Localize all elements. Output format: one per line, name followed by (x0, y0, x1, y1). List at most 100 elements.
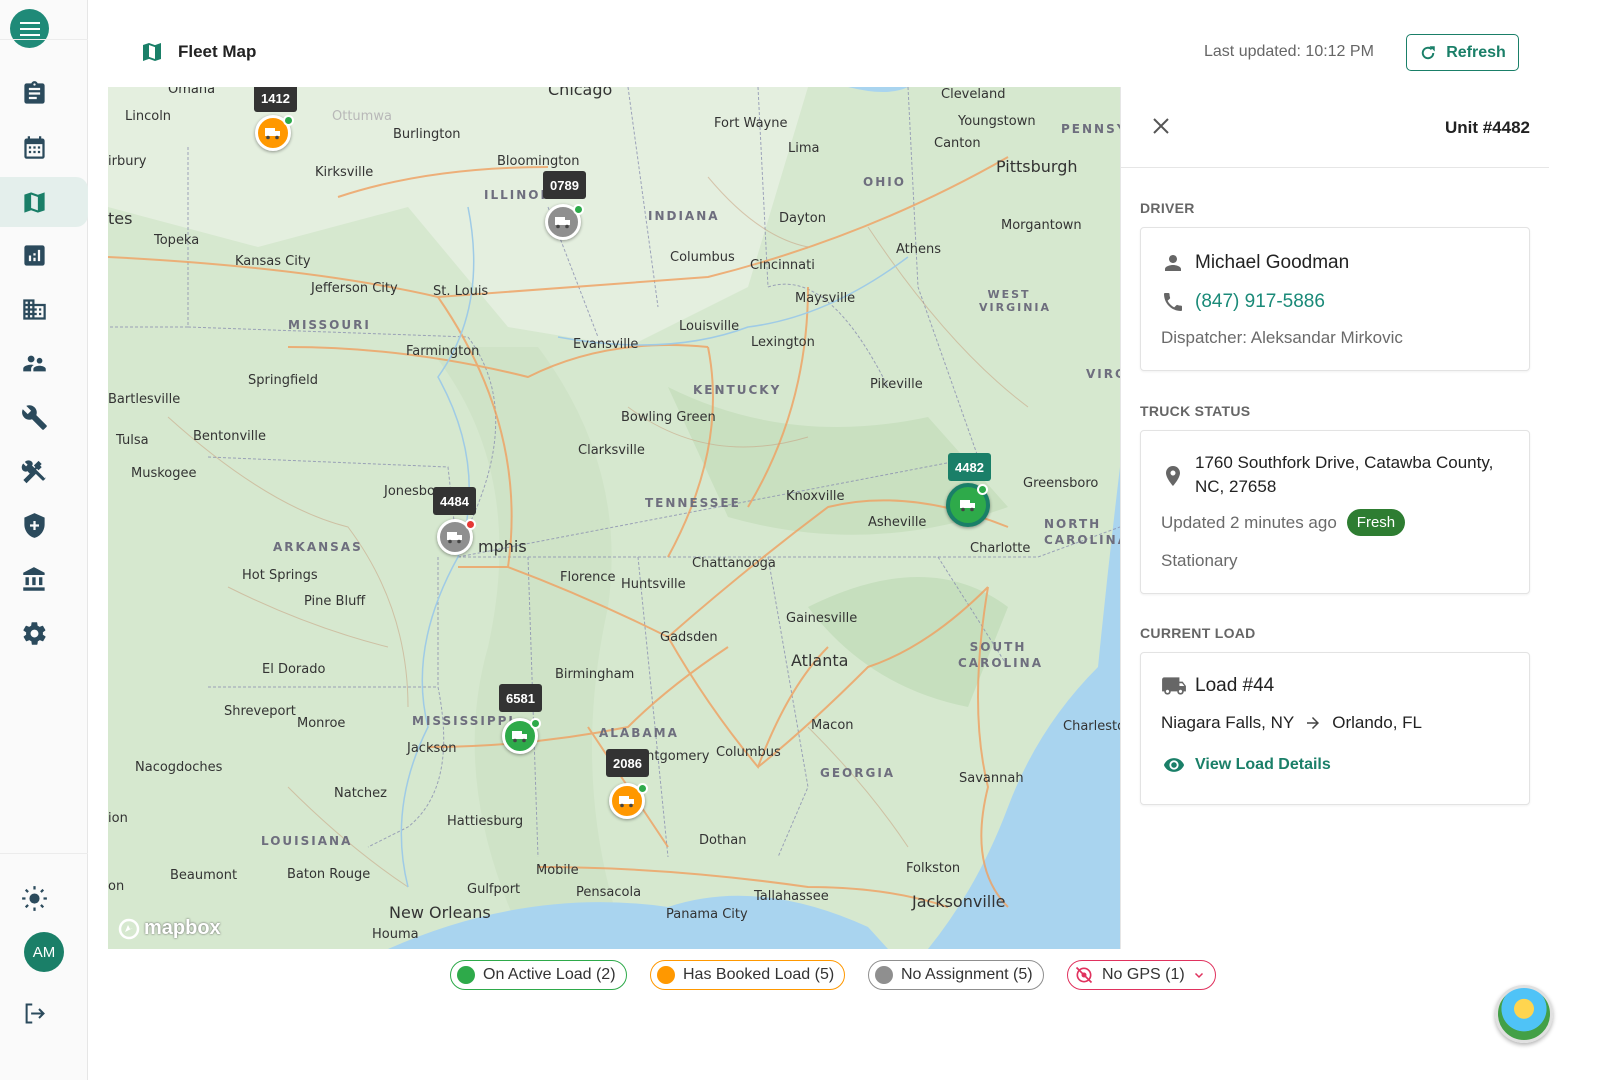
mapbox-icon (118, 918, 140, 939)
map-label: on (108, 879, 125, 894)
map-label: KENTUCKY (693, 383, 782, 397)
chart-icon (24, 244, 45, 266)
mapbox-logo[interactable]: mapbox (118, 917, 221, 940)
map-label: Baton Rouge (287, 867, 371, 882)
map-label: Bartlesville (108, 392, 181, 407)
legend-label: On Active Load (2) (483, 966, 616, 983)
load-title: Load #44 (1195, 675, 1275, 696)
sidebar-item-calendar[interactable] (0, 122, 88, 172)
map-label: Pine Bluff (304, 594, 366, 609)
map-label: Nacogdoches (135, 760, 223, 775)
map-label: Charlotte (970, 541, 1031, 556)
map-label: MISSISSIPPI (412, 714, 515, 728)
sidebar-item-settings[interactable] (0, 608, 88, 658)
legend-label: Has Booked Load (5) (683, 966, 835, 983)
map-label: Youngstown (958, 114, 1036, 129)
legend-label: No GPS (1) (1102, 966, 1185, 983)
legend-booked-load[interactable]: Has Booked Load (5) (650, 960, 846, 990)
truck-marker-0789[interactable] (545, 204, 585, 252)
map-label: OHIO (863, 175, 906, 189)
refresh-label: Refresh (1446, 43, 1506, 61)
dispatcher-text: Dispatcher: Aleksandar Mirkovic (1161, 328, 1403, 347)
refresh-icon (1421, 45, 1435, 59)
sidebar-item-drivers[interactable] (0, 338, 88, 388)
map-label: Bloomington (497, 154, 580, 169)
map-icon (143, 43, 161, 61)
sidebar-item-tools[interactable] (0, 446, 88, 496)
person-icon (1165, 255, 1181, 271)
truck-marker-1412[interactable] (255, 115, 295, 163)
theme-toggle[interactable] (0, 873, 88, 923)
page-title-text: Fleet Map (178, 42, 257, 61)
route-row: Niagara Falls, NY Orlando, FL (1161, 713, 1422, 733)
map-label: Greensboro (1023, 476, 1099, 491)
sidebar-item-companies[interactable] (0, 284, 88, 334)
map-label: Farmington (406, 344, 480, 359)
avatar[interactable]: AM (24, 932, 64, 972)
active-dot-icon (457, 966, 475, 984)
map-label: Gainesville (786, 611, 858, 626)
map-label: Athens (896, 242, 942, 257)
map-label: INDIANA (648, 209, 720, 223)
map-label: Omaha (168, 87, 216, 97)
truck-marker-4482[interactable] (946, 483, 990, 533)
map-label: Huntsville (621, 577, 686, 592)
map-label: New Orleans (389, 903, 491, 922)
beach-avatar-icon[interactable] (1495, 985, 1553, 1043)
map-label: MISSOURI (288, 318, 371, 332)
sidebar-item-loads[interactable] (0, 68, 88, 118)
truck-marker-4484[interactable] (437, 519, 477, 567)
shield-icon (24, 512, 45, 538)
map-label: Kansas City (235, 254, 311, 269)
map-label: Jacksonville (912, 892, 1006, 911)
map-label: St. Louis (433, 284, 489, 299)
map-label: Columbus (716, 745, 781, 760)
menu-button[interactable] (10, 9, 49, 48)
marker-tag: 1412 (254, 87, 297, 112)
phone-icon (1164, 293, 1182, 311)
truck-marker-2086[interactable] (609, 783, 649, 831)
gps-status-dot (977, 484, 988, 495)
sidebar-item-maintenance[interactable] (0, 392, 88, 442)
bank-icon (23, 566, 45, 591)
load-destination: Orlando, FL (1332, 713, 1422, 732)
map-label: Jefferson City (311, 281, 398, 296)
view-load-details-link[interactable]: View Load Details (1163, 754, 1331, 776)
map-label: Folkston (906, 861, 961, 876)
status-badge: Fresh (1346, 509, 1406, 536)
driver-phone-link[interactable]: (847) 917-5886 (1195, 291, 1325, 313)
current-load-card: Load #44 Niagara Falls, NY Orlando, FL V… (1140, 652, 1530, 805)
map-label: Lima (788, 141, 820, 156)
sidebar-item-map[interactable] (0, 177, 88, 227)
map-label: ARKANSAS (273, 540, 363, 554)
gps-status-dot (573, 204, 584, 215)
motion-row: Stationary (1161, 551, 1238, 571)
map-label: Louisville (679, 319, 740, 334)
phone-row: (847) 917-5886 (1161, 290, 1325, 314)
map-label: Burlington (393, 127, 461, 142)
sidebar-item-safety[interactable] (0, 500, 88, 550)
sidebar-item-accounting[interactable] (0, 554, 88, 604)
map-label: Savannah (959, 771, 1024, 786)
map-label: Panama City (666, 907, 748, 922)
refresh-button[interactable]: Refresh (1406, 34, 1519, 71)
page-title: Fleet Map (140, 40, 256, 64)
map-label: Ottumwa (332, 109, 392, 124)
gps-status-dot (465, 519, 476, 530)
close-icon[interactable] (1149, 114, 1173, 138)
sidebar-item-reports[interactable] (0, 230, 88, 280)
marker-tag: 4482 (948, 453, 991, 481)
legend-no-gps[interactable]: No GPS (1) (1067, 960, 1216, 990)
map-label: TENNESSEE (645, 496, 741, 510)
map-label: Fort Wayne (714, 116, 788, 131)
map-label: Chattanooga (692, 556, 776, 571)
map-label: Shreveport (224, 704, 296, 719)
logout-button[interactable] (0, 988, 88, 1038)
map-label: mphis (478, 537, 527, 556)
legend-active-load[interactable]: On Active Load (2) (450, 960, 627, 990)
truck-marker-6581[interactable] (502, 718, 542, 766)
legend-no-assignment[interactable]: No Assignment (5) (868, 960, 1044, 990)
map-label: ALABAMA (599, 726, 679, 740)
fleet-map[interactable]: Omaha Chicago Cleveland Lincoln Burlingt… (108, 87, 1120, 949)
marker-tag: 6581 (499, 684, 542, 712)
